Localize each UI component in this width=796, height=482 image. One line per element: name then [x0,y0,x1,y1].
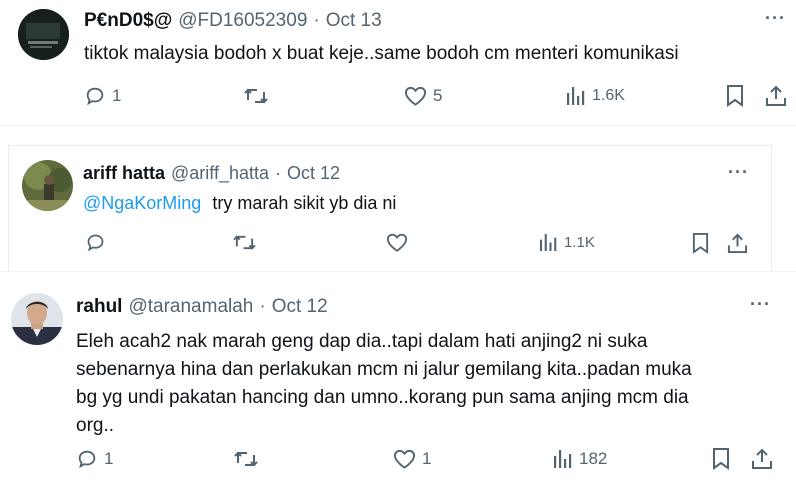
reply-icon [86,87,104,106]
retweet-button[interactable] [233,232,262,253]
tweet-text-line: Eleh acah2 nak marah geng dap dia..tapi … [76,331,648,352]
bookmark-icon [727,85,743,107]
like-count: 1 [422,449,432,468]
share-button[interactable] [727,232,748,254]
separator-dot: · [259,296,266,317]
tweet[interactable]: P€nD0$@ @FD16052309 · Oct 13 ··· tiktok … [0,0,796,126]
retweet-icon [233,235,256,250]
separator-dot: · [275,163,282,183]
reply-count: 1 [112,86,122,105]
handle[interactable]: @FD16052309 [178,10,307,32]
tweet-text: Eleh acah2 nak marah geng dap dia..tapi … [76,328,692,440]
views-button[interactable]: 1.6K [566,85,625,107]
tweet[interactable]: rahul @taranamalah · Oct 12 ··· Eleh aca… [0,271,796,482]
display-name[interactable]: ariff hatta [83,163,165,184]
avatar[interactable] [18,9,69,60]
tweet-text: @NgaKorMing try marah sikit yb dia ni [83,193,396,214]
display-name[interactable]: P€nD0$@ [84,10,172,32]
bookmark-icon [692,233,709,254]
share-icon [766,85,786,106]
reply-count: 1 [104,449,114,468]
view-count: 1.6K [592,87,625,104]
views-button[interactable]: 182 [553,448,607,470]
bookmark-button[interactable] [711,447,731,470]
tweet-text-line: org.. [76,415,115,436]
share-icon [752,448,772,469]
share-icon [727,233,748,254]
more-icon[interactable]: ··· [728,162,749,183]
retweet-button[interactable] [234,448,264,470]
tweet-text-body: try marah sikit yb dia ni [212,193,397,213]
heart-icon [393,449,416,469]
heart-icon [404,86,427,106]
separator-dot: · [313,10,320,31]
reply-icon [78,450,96,469]
bookmark-button[interactable] [725,84,745,107]
retweet-icon [234,451,258,467]
reply-button[interactable]: 1 [84,85,121,107]
tweet-text-line: bg yg undi pakatan hancing dan umno..kor… [76,387,689,408]
like-button[interactable]: 5 [404,85,442,107]
share-button[interactable] [751,447,773,470]
tweet[interactable]: ariff hatta @ariff_hatta · Oct 12 ··· @N… [8,145,772,271]
avatar[interactable] [22,160,73,211]
handle[interactable]: @ariff_hatta [171,163,269,184]
handle[interactable]: @taranamalah [128,296,253,318]
tweet-date[interactable]: Oct 12 [272,296,328,318]
display-name[interactable]: rahul [76,296,122,318]
like-button[interactable]: 1 [393,448,431,470]
more-icon[interactable]: ··· [765,8,786,29]
reply-button[interactable] [85,232,112,253]
more-icon[interactable]: ··· [750,294,771,315]
reply-icon [87,234,104,252]
like-button[interactable] [386,232,414,253]
retweet-icon [244,88,268,104]
views-icon [554,450,572,468]
tweet-text: tiktok malaysia bodoh x buat keje..same … [84,43,679,64]
share-button[interactable] [765,84,787,107]
avatar[interactable] [11,293,63,345]
view-count: 1.1K [564,234,595,251]
retweet-button[interactable] [244,85,274,107]
bookmark-button[interactable] [691,232,710,254]
tweet-text-line: sebenarnya hina dan perlakukan mcm ni ja… [76,359,692,380]
views-button[interactable]: 1.1K [539,232,595,253]
view-count: 182 [579,449,608,468]
views-icon [567,87,585,105]
bookmark-icon [713,448,729,470]
like-count: 5 [433,86,443,105]
views-icon [539,233,557,252]
tweet-date[interactable]: Oct 13 [326,10,382,32]
heart-icon [386,233,408,252]
mention-link[interactable]: @NgaKorMing [83,193,201,213]
tweet-date[interactable]: Oct 12 [287,163,340,184]
reply-button[interactable]: 1 [76,448,113,470]
